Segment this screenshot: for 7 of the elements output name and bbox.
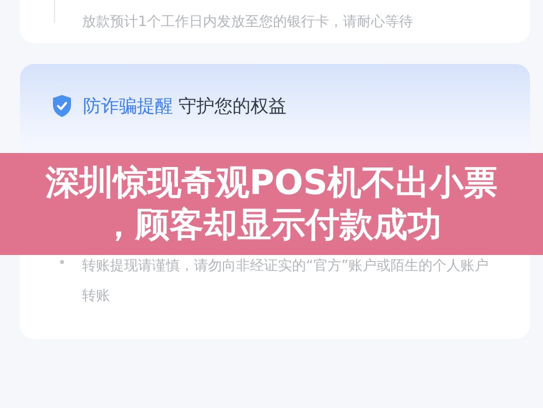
headline-text: 深圳惊现奇观POS机不出小票 xyxy=(45,163,498,203)
shield-check-icon xyxy=(51,94,73,118)
notice-title: 防诈骗提醒 守护您的权益 xyxy=(83,95,287,118)
bullet-icon xyxy=(60,260,64,264)
headline-text: ，顾客却显示付款成功 xyxy=(102,205,442,245)
progress-description: 放款预计1个工作日内发放至您的银行卡，请耐心等待 xyxy=(82,12,413,30)
notice-item: 转账提现请谨慎，请勿向非经证实的“官方”账户或陌生的个人账户转账 xyxy=(82,257,490,306)
